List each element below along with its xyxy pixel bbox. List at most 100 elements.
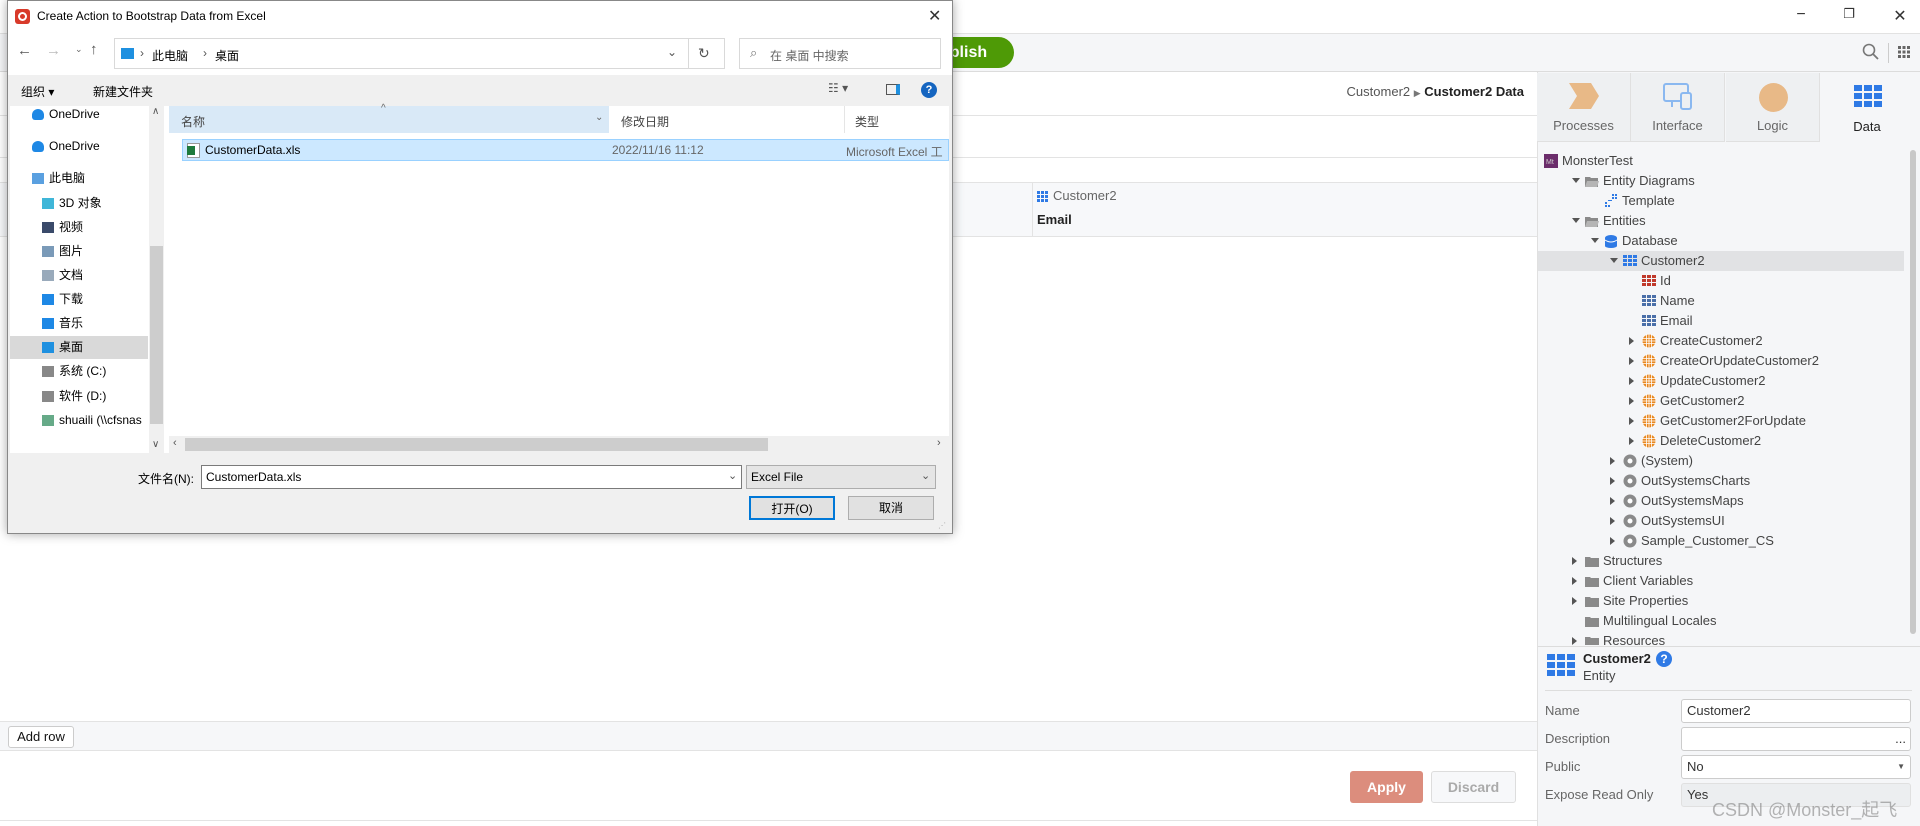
caret-right-icon[interactable]	[1629, 337, 1634, 345]
search-input[interactable]: ⌕ 在 桌面 中搜索	[739, 38, 941, 69]
discard-button[interactable]: Discard	[1431, 771, 1516, 803]
dialog-close-button[interactable]: ✕	[928, 6, 941, 26]
caret-right-icon[interactable]	[1629, 357, 1634, 365]
tree-item[interactable]: Customer2	[1538, 251, 1904, 271]
nav-item[interactable]: 此电脑	[10, 167, 148, 190]
column-dropdown-icon[interactable]: ⌄	[595, 112, 603, 123]
tree-item[interactable]: Structures	[1538, 551, 1904, 571]
name-field[interactable]: Customer2	[1681, 699, 1911, 723]
recent-dropdown-icon[interactable]: ⌄	[75, 44, 83, 55]
maximize-button[interactable]: ❐	[1834, 6, 1864, 28]
caret-right-icon[interactable]	[1629, 417, 1634, 425]
tree-item[interactable]: GetCustomer2	[1538, 391, 1904, 411]
add-row-button[interactable]: Add row	[8, 726, 74, 748]
nav-item[interactable]: 视频	[10, 216, 148, 239]
tree-item[interactable]: Name	[1538, 291, 1904, 311]
tree-item[interactable]: CreateCustomer2	[1538, 331, 1904, 351]
breadcrumb-computer[interactable]: 此电脑	[152, 47, 188, 64]
horizontal-scrollbar[interactable]: ‹ ›	[169, 436, 949, 453]
nav-item[interactable]: 音乐	[10, 312, 148, 335]
apply-button[interactable]: Apply	[1350, 771, 1423, 803]
nav-item[interactable]: 桌面	[10, 336, 148, 359]
cancel-button[interactable]: 取消	[848, 496, 934, 520]
caret-right-icon[interactable]	[1629, 377, 1634, 385]
nav-item[interactable]: 3D 对象	[10, 192, 148, 215]
nav-item[interactable]: shuaili (\\cfsnas	[10, 409, 148, 432]
more-button[interactable]: ...	[1895, 728, 1906, 750]
tree-item[interactable]: Site Properties	[1538, 591, 1904, 611]
forward-icon[interactable]: →	[46, 42, 61, 59]
caret-down-icon[interactable]	[1591, 238, 1599, 243]
tree-item[interactable]: Id	[1538, 271, 1904, 291]
open-button[interactable]: 打开(O)	[749, 496, 835, 520]
filename-input[interactable]: CustomerData.xls ⌄	[201, 465, 742, 489]
tree-item[interactable]: (System)	[1538, 451, 1904, 471]
caret-right-icon[interactable]	[1610, 477, 1615, 485]
address-bar[interactable]: › 此电脑 › 桌面 ⌄ ↻	[114, 38, 725, 69]
tree-item[interactable]: UpdateCustomer2	[1538, 371, 1904, 391]
caret-right-icon[interactable]	[1572, 637, 1577, 645]
tree-item[interactable]: Multilingual Locales	[1538, 611, 1904, 631]
breadcrumb-desktop[interactable]: 桌面	[215, 47, 239, 64]
public-select[interactable]: No ▼	[1681, 755, 1911, 779]
tree-item[interactable]: Resources	[1538, 631, 1904, 645]
caret-down-icon[interactable]	[1572, 178, 1580, 183]
tree-item[interactable]: CreateOrUpdateCustomer2	[1538, 351, 1904, 371]
tree-item[interactable]: Mt MonsterTest	[1538, 151, 1904, 171]
column-header-type[interactable]: 类型	[845, 106, 949, 133]
nav-item[interactable]: 下载	[10, 288, 148, 311]
caret-right-icon[interactable]	[1629, 397, 1634, 405]
tree-item[interactable]: Sample_Customer_CS	[1538, 531, 1904, 551]
caret-right-icon[interactable]	[1610, 497, 1615, 505]
search-icon[interactable]	[1862, 43, 1880, 61]
column-header-name[interactable]: 名称 ^ ⌄	[169, 103, 609, 133]
tree-item[interactable]: Template	[1538, 191, 1904, 211]
resize-grip-icon[interactable]: ⋰	[938, 521, 946, 530]
help-icon[interactable]: ?	[1656, 651, 1672, 667]
column-header-email[interactable]: Email	[1037, 212, 1072, 227]
nav-item[interactable]: OneDrive	[10, 103, 148, 126]
tab-data[interactable]: Data	[1820, 73, 1914, 142]
dropdown-arrow-icon[interactable]: ⌄	[728, 469, 737, 482]
tree-item[interactable]: Client Variables	[1538, 571, 1904, 591]
minimize-button[interactable]: −	[1786, 6, 1816, 28]
organize-menu[interactable]: 组织 ▾	[21, 83, 54, 100]
tree-item[interactable]: DeleteCustomer2	[1538, 431, 1904, 451]
tree-item[interactable]: OutSystemsMaps	[1538, 491, 1904, 511]
refresh-icon[interactable]: ↻	[698, 45, 710, 62]
tree-scrollbar[interactable]	[1910, 150, 1916, 634]
caret-right-icon[interactable]	[1610, 457, 1615, 465]
tree-item[interactable]: GetCustomer2ForUpdate	[1538, 411, 1904, 431]
caret-right-icon[interactable]	[1629, 437, 1634, 445]
caret-right-icon[interactable]	[1572, 557, 1577, 565]
preview-pane-icon[interactable]	[886, 84, 900, 95]
new-folder-button[interactable]: 新建文件夹	[93, 83, 153, 100]
nav-scrollbar[interactable]: ∧ ∨	[149, 106, 164, 453]
tree-item[interactable]: Email	[1538, 311, 1904, 331]
tree-item[interactable]: OutSystemsUI	[1538, 511, 1904, 531]
tab-processes[interactable]: Processes	[1537, 73, 1631, 142]
nav-item[interactable]: 图片	[10, 240, 148, 263]
caret-right-icon[interactable]	[1610, 517, 1615, 525]
tree-item[interactable]: OutSystemsCharts	[1538, 471, 1904, 491]
breadcrumb-parent[interactable]: Customer2	[1347, 84, 1411, 99]
nav-item[interactable]: 软件 (D:)	[10, 385, 148, 408]
view-options-icon[interactable]: ☷ ▾	[828, 81, 848, 95]
description-field[interactable]: ...	[1681, 727, 1911, 751]
close-button[interactable]: ✕	[1885, 6, 1915, 28]
nav-item[interactable]: OneDrive	[10, 135, 148, 158]
grid-icon[interactable]	[1898, 46, 1910, 58]
back-icon[interactable]: ←	[17, 42, 32, 59]
address-dropdown-icon[interactable]: ⌄	[667, 45, 677, 59]
caret-right-icon[interactable]	[1610, 537, 1615, 545]
column-header-modified[interactable]: 修改日期	[609, 106, 845, 133]
nav-item[interactable]: 文档	[10, 264, 148, 287]
tree-item[interactable]: Database	[1538, 231, 1904, 251]
tab-interface[interactable]: Interface	[1631, 73, 1725, 142]
caret-down-icon[interactable]	[1572, 218, 1580, 223]
caret-down-icon[interactable]	[1610, 258, 1618, 263]
tab-logic[interactable]: Logic	[1726, 73, 1820, 142]
nav-item[interactable]: 系统 (C:)	[10, 360, 148, 383]
caret-right-icon[interactable]	[1572, 597, 1577, 605]
help-icon[interactable]: ?	[921, 82, 937, 98]
